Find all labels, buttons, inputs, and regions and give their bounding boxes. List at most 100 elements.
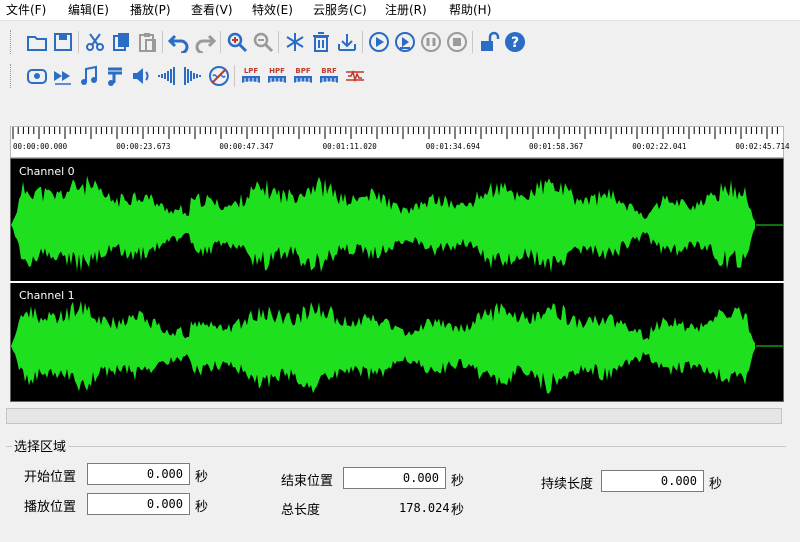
selection-group-title: 选择区域 <box>12 436 69 455</box>
bpf-filter-button[interactable]: BPF <box>290 63 316 89</box>
ruler-tick-label: 00:00:00.000 <box>13 142 68 151</box>
play-selection-icon <box>395 32 415 52</box>
total-length-label: 总长度 <box>281 503 321 518</box>
zoom-in-icon <box>227 32 248 53</box>
paste-button[interactable] <box>134 29 160 55</box>
time-ruler[interactable]: 00:00:00.000 00:00:23.673 00:00:47.347 00:0… <box>10 126 790 158</box>
undo-button[interactable] <box>166 29 192 55</box>
ruler-tick-label: 00:00:47.347 <box>219 142 274 151</box>
menu-cloud[interactable]: 云服务(C) <box>313 2 367 18</box>
svg-text:BRF: BRF <box>321 67 337 75</box>
menu-file[interactable]: 文件(F) <box>6 2 46 18</box>
fast-forward-icon <box>54 71 71 85</box>
stop-icon <box>447 32 467 52</box>
ruler-tick-label: 00:01:11.020 <box>322 142 377 151</box>
volume-icon <box>133 68 149 84</box>
music-notes-button[interactable] <box>102 63 128 89</box>
help-button[interactable]: ? <box>502 29 528 55</box>
seconds-unit: 秒 <box>195 500 209 515</box>
pause-button[interactable] <box>418 29 444 55</box>
channel-label: Channel 0 <box>19 165 75 178</box>
menu-register[interactable]: 注册(R) <box>385 2 427 18</box>
seconds-unit: 秒 <box>451 503 465 518</box>
menu-bar: 文件(F) 编辑(E) 播放(P) 查看(V) 特效(E) 云服务(C) 注册(… <box>0 0 800 21</box>
unlock-icon <box>481 31 500 51</box>
fade-in-icon <box>158 67 175 85</box>
duration-label: 持续长度 <box>541 477 594 492</box>
ruler-tick-label: 00:02:45.714 <box>735 142 790 151</box>
toolbar-separator <box>472 31 473 53</box>
noise-reduction-icon <box>209 66 229 86</box>
horizontal-scrollbar[interactable] <box>6 408 782 424</box>
channel-label: Channel 1 <box>19 289 75 302</box>
lpf-filter-button[interactable]: LPF <box>238 63 264 89</box>
menu-edit[interactable]: 编辑(E) <box>68 2 109 18</box>
toolbar-grip[interactable] <box>10 64 14 88</box>
copy-button[interactable] <box>108 29 134 55</box>
ruler-tick-label: 00:00:23.673 <box>116 142 171 151</box>
menu-play[interactable]: 播放(P) <box>130 2 171 18</box>
zoom-out-button[interactable] <box>250 29 276 55</box>
fade-in-button[interactable] <box>154 63 180 89</box>
waveform-1 <box>11 300 783 394</box>
play-icon <box>369 32 389 52</box>
play-button[interactable] <box>366 29 392 55</box>
noise-reduction-button[interactable] <box>206 63 232 89</box>
end-position-label: 结束位置 <box>281 474 334 489</box>
equalizer-button[interactable] <box>342 63 368 89</box>
seconds-unit: 秒 <box>195 470 209 485</box>
toolbar-separator <box>220 31 221 53</box>
paste-icon <box>139 33 156 52</box>
toolbar-grip[interactable] <box>10 30 14 54</box>
lpf-filter-icon: LPF <box>242 67 260 83</box>
seconds-unit: 秒 <box>709 477 723 492</box>
play-position-field[interactable]: 0.000 <box>87 493 190 515</box>
music-note-button[interactable] <box>76 63 102 89</box>
undo-icon <box>168 34 189 53</box>
waveform-channel-1[interactable]: Channel 1 <box>10 282 784 402</box>
pause-icon <box>421 32 441 52</box>
play-position-label: 播放位置 <box>24 500 77 515</box>
open-folder-button[interactable] <box>24 29 50 55</box>
fade-out-button[interactable] <box>180 63 206 89</box>
ruler-tick-label: 00:01:34.694 <box>425 142 480 151</box>
duration-field[interactable]: 0.000 <box>601 470 704 492</box>
snowflake-button[interactable] <box>282 29 308 55</box>
cut-icon <box>86 33 104 51</box>
menu-help[interactable]: 帮助(H) <box>449 2 491 18</box>
stop-button[interactable] <box>444 29 470 55</box>
end-position-field[interactable]: 0.000 <box>343 467 446 489</box>
svg-text:BPF: BPF <box>295 67 310 75</box>
start-position-field[interactable]: 0.000 <box>87 463 190 485</box>
fade-out-icon <box>184 67 201 85</box>
brf-filter-icon: BRF <box>320 67 338 83</box>
snowflake-icon <box>286 33 304 51</box>
redo-button[interactable] <box>192 29 218 55</box>
music-notes-icon <box>108 67 122 86</box>
menu-view[interactable]: 查看(V) <box>191 2 233 18</box>
toolbar-separator <box>362 31 363 53</box>
zoom-in-button[interactable] <box>224 29 250 55</box>
save-button[interactable] <box>50 29 76 55</box>
svg-text:LPF: LPF <box>244 67 259 75</box>
equalizer-icon <box>346 69 364 83</box>
volume-button[interactable] <box>128 63 154 89</box>
zoom-out-icon <box>253 32 274 53</box>
cut-button[interactable] <box>82 29 108 55</box>
waveform-channel-0[interactable]: Channel 0 <box>10 158 784 284</box>
delete-button[interactable] <box>308 29 334 55</box>
help-icon: ? <box>505 32 525 52</box>
brf-filter-button[interactable]: BRF <box>316 63 342 89</box>
toolbar-separator <box>78 31 79 53</box>
bpf-filter-icon: BPF <box>294 67 312 83</box>
hpf-filter-button[interactable]: HPF <box>264 63 290 89</box>
unlock-button[interactable] <box>476 29 502 55</box>
hpf-filter-icon: HPF <box>268 67 286 83</box>
effects-toolbar: LPF HPF BPF BRF <box>10 60 416 94</box>
trim-button[interactable] <box>334 29 360 55</box>
record-button[interactable] <box>24 63 50 89</box>
svg-text:?: ? <box>511 35 519 51</box>
fast-forward-button[interactable] <box>50 63 76 89</box>
play-selection-button[interactable] <box>392 29 418 55</box>
menu-effects[interactable]: 特效(E) <box>252 2 293 18</box>
